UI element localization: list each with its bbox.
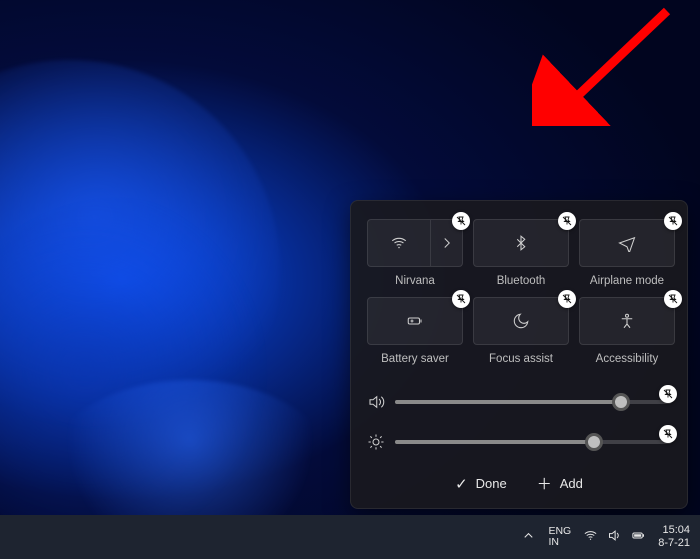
wifi-toggle[interactable] <box>367 219 463 267</box>
brightness-slider-row <box>367 429 671 455</box>
bluetooth-icon <box>512 234 530 252</box>
airplane-toggle[interactable] <box>579 219 675 267</box>
airplane-unpin-button[interactable] <box>664 212 682 230</box>
brightness-icon <box>367 433 385 451</box>
wifi-unpin-button[interactable] <box>452 212 470 230</box>
bluetooth-label: Bluetooth <box>497 275 546 287</box>
add-button[interactable]: ＋ Add <box>537 473 583 494</box>
language-line2: IN <box>548 537 559 548</box>
unpin-icon <box>667 215 679 227</box>
volume-unpin-button[interactable] <box>659 385 677 403</box>
taskbar-clock[interactable]: 15:04 8-7-21 <box>658 524 690 549</box>
chevron-right-icon <box>438 234 456 252</box>
tile-accessibility: Accessibility <box>579 297 675 365</box>
bluetooth-unpin-button[interactable] <box>558 212 576 230</box>
wifi-icon <box>390 234 408 252</box>
accessibility-label: Accessibility <box>596 353 659 365</box>
chevron-up-icon <box>521 528 536 543</box>
unpin-icon <box>561 215 573 227</box>
accessibility-icon <box>618 312 636 330</box>
focus-assist-toggle[interactable] <box>473 297 569 345</box>
quick-settings-panel: Nirvana Bluetooth Airplane mode <box>350 200 688 509</box>
brightness-slider[interactable] <box>395 440 671 444</box>
bluetooth-toggle[interactable] <box>473 219 569 267</box>
tray-battery-icon <box>631 528 646 546</box>
accessibility-toggle[interactable] <box>579 297 675 345</box>
battery-saver-icon <box>406 312 424 330</box>
taskbar: ENG IN 15:04 8-7-21 <box>0 515 700 559</box>
unpin-icon <box>455 293 467 305</box>
battery-saver-toggle[interactable] <box>367 297 463 345</box>
done-button[interactable]: ✓ Done <box>455 473 507 494</box>
accessibility-unpin-button[interactable] <box>664 290 682 308</box>
done-label: Done <box>476 476 507 491</box>
battery-saver-unpin-button[interactable] <box>452 290 470 308</box>
volume-icon <box>367 393 385 411</box>
tile-battery-saver: Battery saver <box>367 297 463 365</box>
quick-settings-tile-grid: Nirvana Bluetooth Airplane mode <box>367 219 671 365</box>
unpin-icon <box>667 293 679 305</box>
check-icon: ✓ <box>455 475 468 493</box>
language-indicator[interactable]: ENG IN <box>548 526 571 548</box>
unpin-icon <box>662 388 674 400</box>
volume-slider[interactable] <box>395 400 671 404</box>
tile-focus-assist: Focus assist <box>473 297 569 365</box>
clock-date: 8-7-21 <box>658 537 690 550</box>
add-label: Add <box>560 476 583 491</box>
focus-assist-label: Focus assist <box>489 353 553 365</box>
system-tray: ENG IN 15:04 8-7-21 <box>521 524 690 549</box>
clock-time: 15:04 <box>662 524 690 537</box>
tray-wifi-icon <box>583 528 598 546</box>
airplane-label: Airplane mode <box>590 275 664 287</box>
tray-volume-icon <box>607 528 622 546</box>
plus-icon: ＋ <box>537 473 552 494</box>
quick-settings-footer: ✓ Done ＋ Add <box>367 469 671 494</box>
focus-assist-icon <box>512 312 530 330</box>
airplane-icon <box>618 234 636 252</box>
tray-overflow-button[interactable] <box>521 528 536 546</box>
unpin-icon <box>662 428 674 440</box>
focus-assist-unpin-button[interactable] <box>558 290 576 308</box>
brightness-unpin-button[interactable] <box>659 425 677 443</box>
annotation-arrow <box>532 6 672 126</box>
unpin-icon <box>455 215 467 227</box>
tray-status-icons[interactable] <box>583 528 646 546</box>
volume-slider-row <box>367 389 671 415</box>
tile-bluetooth: Bluetooth <box>473 219 569 287</box>
tile-wifi: Nirvana <box>367 219 463 287</box>
tile-airplane: Airplane mode <box>579 219 675 287</box>
unpin-icon <box>561 293 573 305</box>
battery-saver-label: Battery saver <box>381 353 449 365</box>
wifi-label: Nirvana <box>395 275 435 287</box>
